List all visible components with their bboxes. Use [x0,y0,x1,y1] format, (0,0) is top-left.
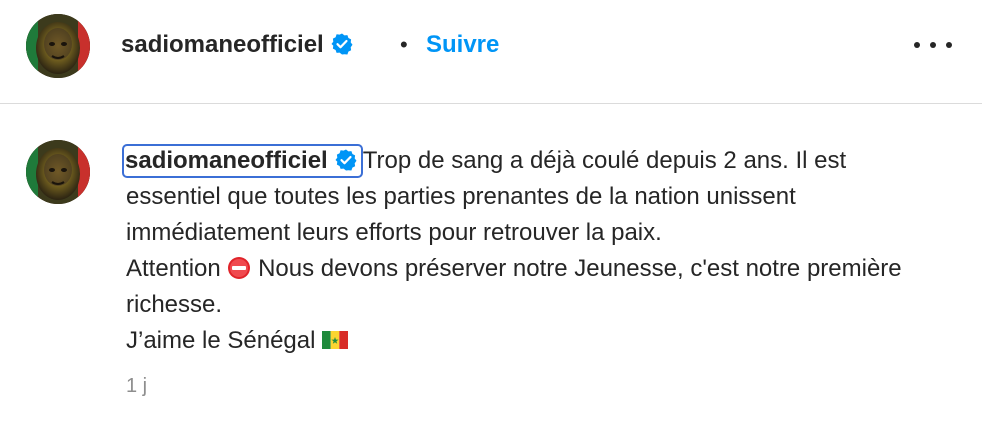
comment-text: sadiomaneofficiel Trop de sang a déjà cou… [122,143,946,359]
avatar-image [26,140,90,204]
comment-author-username[interactable]: sadiomaneofficiel [125,147,328,174]
avatar[interactable] [26,140,90,204]
comment-text-attention: Attention [126,255,221,282]
comment-timestamp[interactable]: 1 j [126,374,147,398]
comment-text-part3: J’aime le Sénégal [126,327,316,354]
separator-dot: • [400,32,408,57]
verified-badge-icon [335,149,357,171]
more-dot [946,42,952,48]
verified-badge-icon [331,33,353,55]
more-options-icon[interactable] [914,30,952,60]
more-dot [914,42,920,48]
more-dot [930,42,936,48]
post-header: sadiomaneofficiel • Suivre [0,0,982,104]
avatar[interactable] [26,14,90,78]
follow-button[interactable]: Suivre [426,30,499,60]
comment-author-link[interactable]: sadiomaneofficiel [122,144,363,178]
senegal-flag-icon [322,330,349,349]
avatar-image [26,14,90,78]
post-author-username[interactable]: sadiomaneofficiel [121,30,354,60]
no-entry-icon [228,256,251,279]
